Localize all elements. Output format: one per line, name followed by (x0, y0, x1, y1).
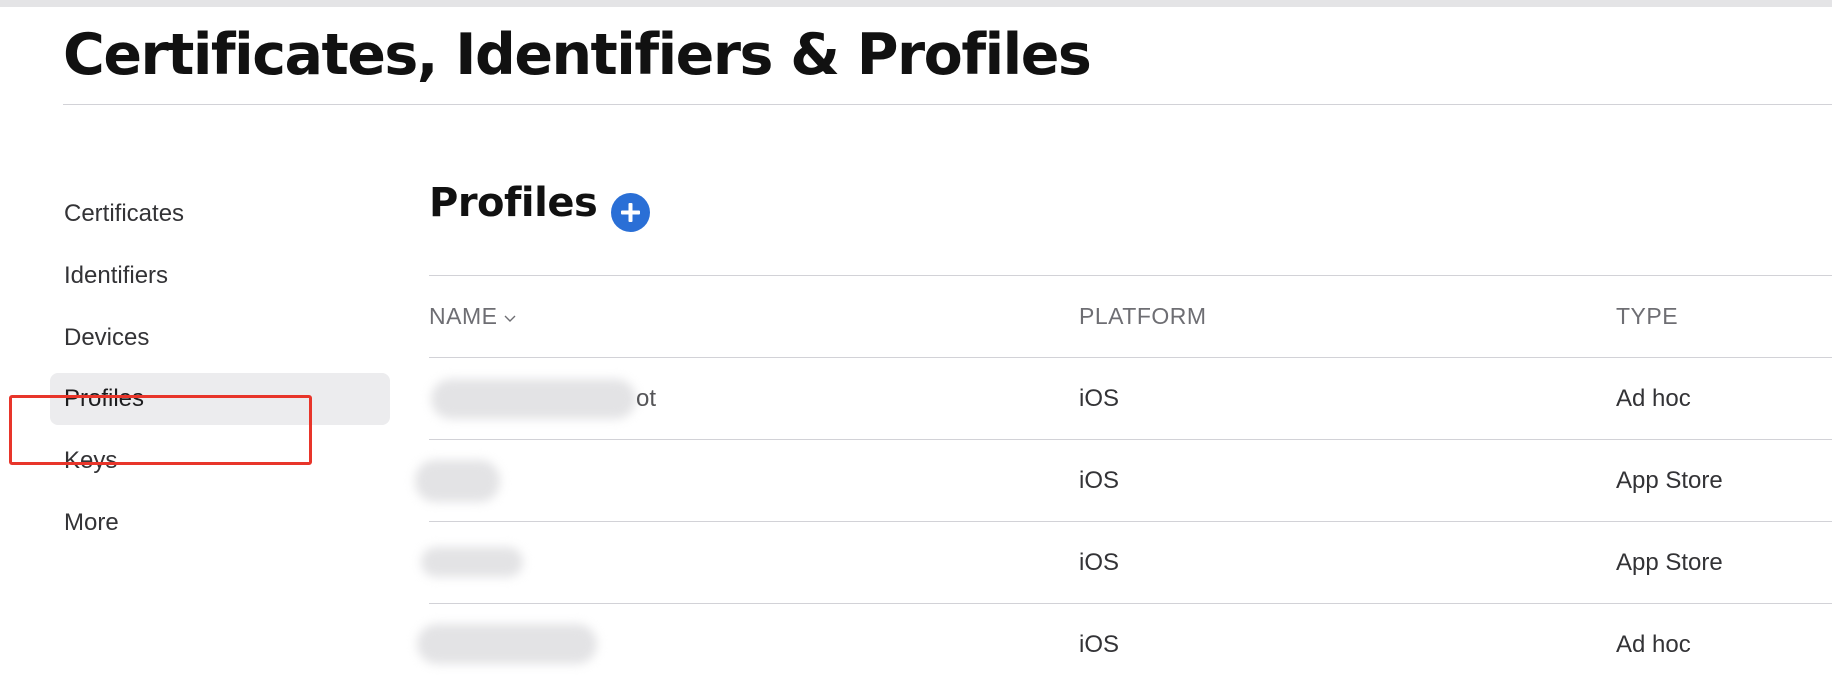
redacted-name (421, 547, 523, 577)
column-header-platform[interactable]: PLATFORM (1079, 276, 1207, 357)
title-divider (63, 104, 1832, 105)
column-header-name[interactable]: NAME (429, 276, 517, 357)
profile-type: App Store (1616, 467, 1723, 494)
profile-type: Ad hoc (1616, 385, 1691, 412)
annotation-highlight-box (9, 395, 312, 465)
profile-type: Ad hoc (1616, 631, 1691, 658)
page-title: Certificates, Identifiers & Profiles (63, 22, 1092, 88)
profile-platform: iOS (1079, 631, 1120, 658)
sidebar-item-certificates[interactable]: Certificates (50, 188, 390, 240)
chevron-down-icon (504, 315, 516, 322)
profile-platform: iOS (1079, 549, 1120, 576)
profile-type: App Store (1616, 549, 1723, 576)
profile-name-tail: ot (636, 385, 657, 412)
table-row[interactable]: iOS Ad hoc (417, 603, 1832, 685)
redacted-name (431, 379, 636, 419)
sidebar-item-more[interactable]: More (50, 497, 390, 549)
redacted-name (417, 624, 597, 664)
plus-circle-icon[interactable] (611, 193, 650, 232)
browser-top-strip (0, 0, 1832, 7)
column-header-type[interactable]: TYPE (1616, 276, 1678, 357)
sidebar-item-devices[interactable]: Devices (50, 312, 390, 364)
profile-platform: iOS (1079, 467, 1120, 494)
table-header-row: NAME PLATFORM TYPE (429, 275, 1832, 357)
table-row[interactable]: iOS App Store (421, 521, 1832, 603)
table-row[interactable]: ot iOS Ad hoc (429, 357, 1832, 439)
table-row[interactable]: iOS App Store (415, 439, 1832, 521)
profile-platform: iOS (1079, 385, 1120, 412)
redacted-name (415, 460, 500, 502)
section-title: Profiles (429, 180, 598, 226)
sidebar-item-identifiers[interactable]: Identifiers (50, 250, 390, 302)
